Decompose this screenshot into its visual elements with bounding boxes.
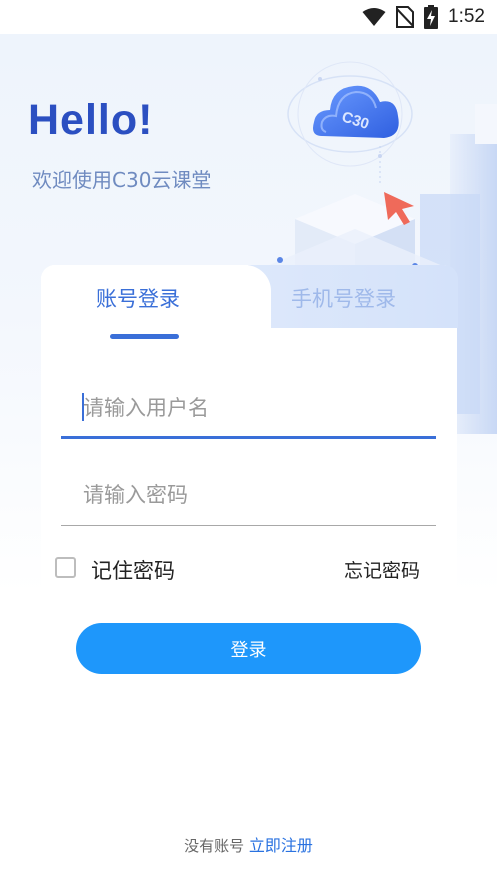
tab-phone-login[interactable]: 手机号登录 xyxy=(291,283,396,313)
no-sim-icon xyxy=(396,6,415,28)
login-button[interactable]: 登录 xyxy=(76,623,421,674)
password-input[interactable]: 请输入密码 xyxy=(61,474,436,514)
battery-charging-icon xyxy=(424,5,439,29)
hello-heading: Hello! xyxy=(28,96,154,144)
username-input[interactable]: 请输入用户名 xyxy=(61,387,436,427)
active-tab-indicator xyxy=(110,334,179,339)
welcome-text: 欢迎使用C30云课堂 xyxy=(32,168,212,192)
register-link[interactable]: 立即注册 xyxy=(249,836,313,855)
text-cursor xyxy=(82,393,84,421)
status-bar: 1:52 xyxy=(0,0,497,34)
wifi-icon xyxy=(362,7,386,27)
forgot-password-link[interactable]: 忘记密码 xyxy=(344,556,420,583)
remember-password-checkbox[interactable] xyxy=(55,557,76,578)
password-underline xyxy=(61,525,436,526)
status-time: 1:52 xyxy=(448,6,485,27)
tab-account-login[interactable]: 账号登录 xyxy=(96,283,180,313)
register-prompt: 没有账号 立即注册 xyxy=(0,832,497,856)
remember-password-label[interactable]: 记住密码 xyxy=(91,555,175,585)
username-underline xyxy=(61,436,436,439)
no-account-text: 没有账号 xyxy=(184,837,245,855)
